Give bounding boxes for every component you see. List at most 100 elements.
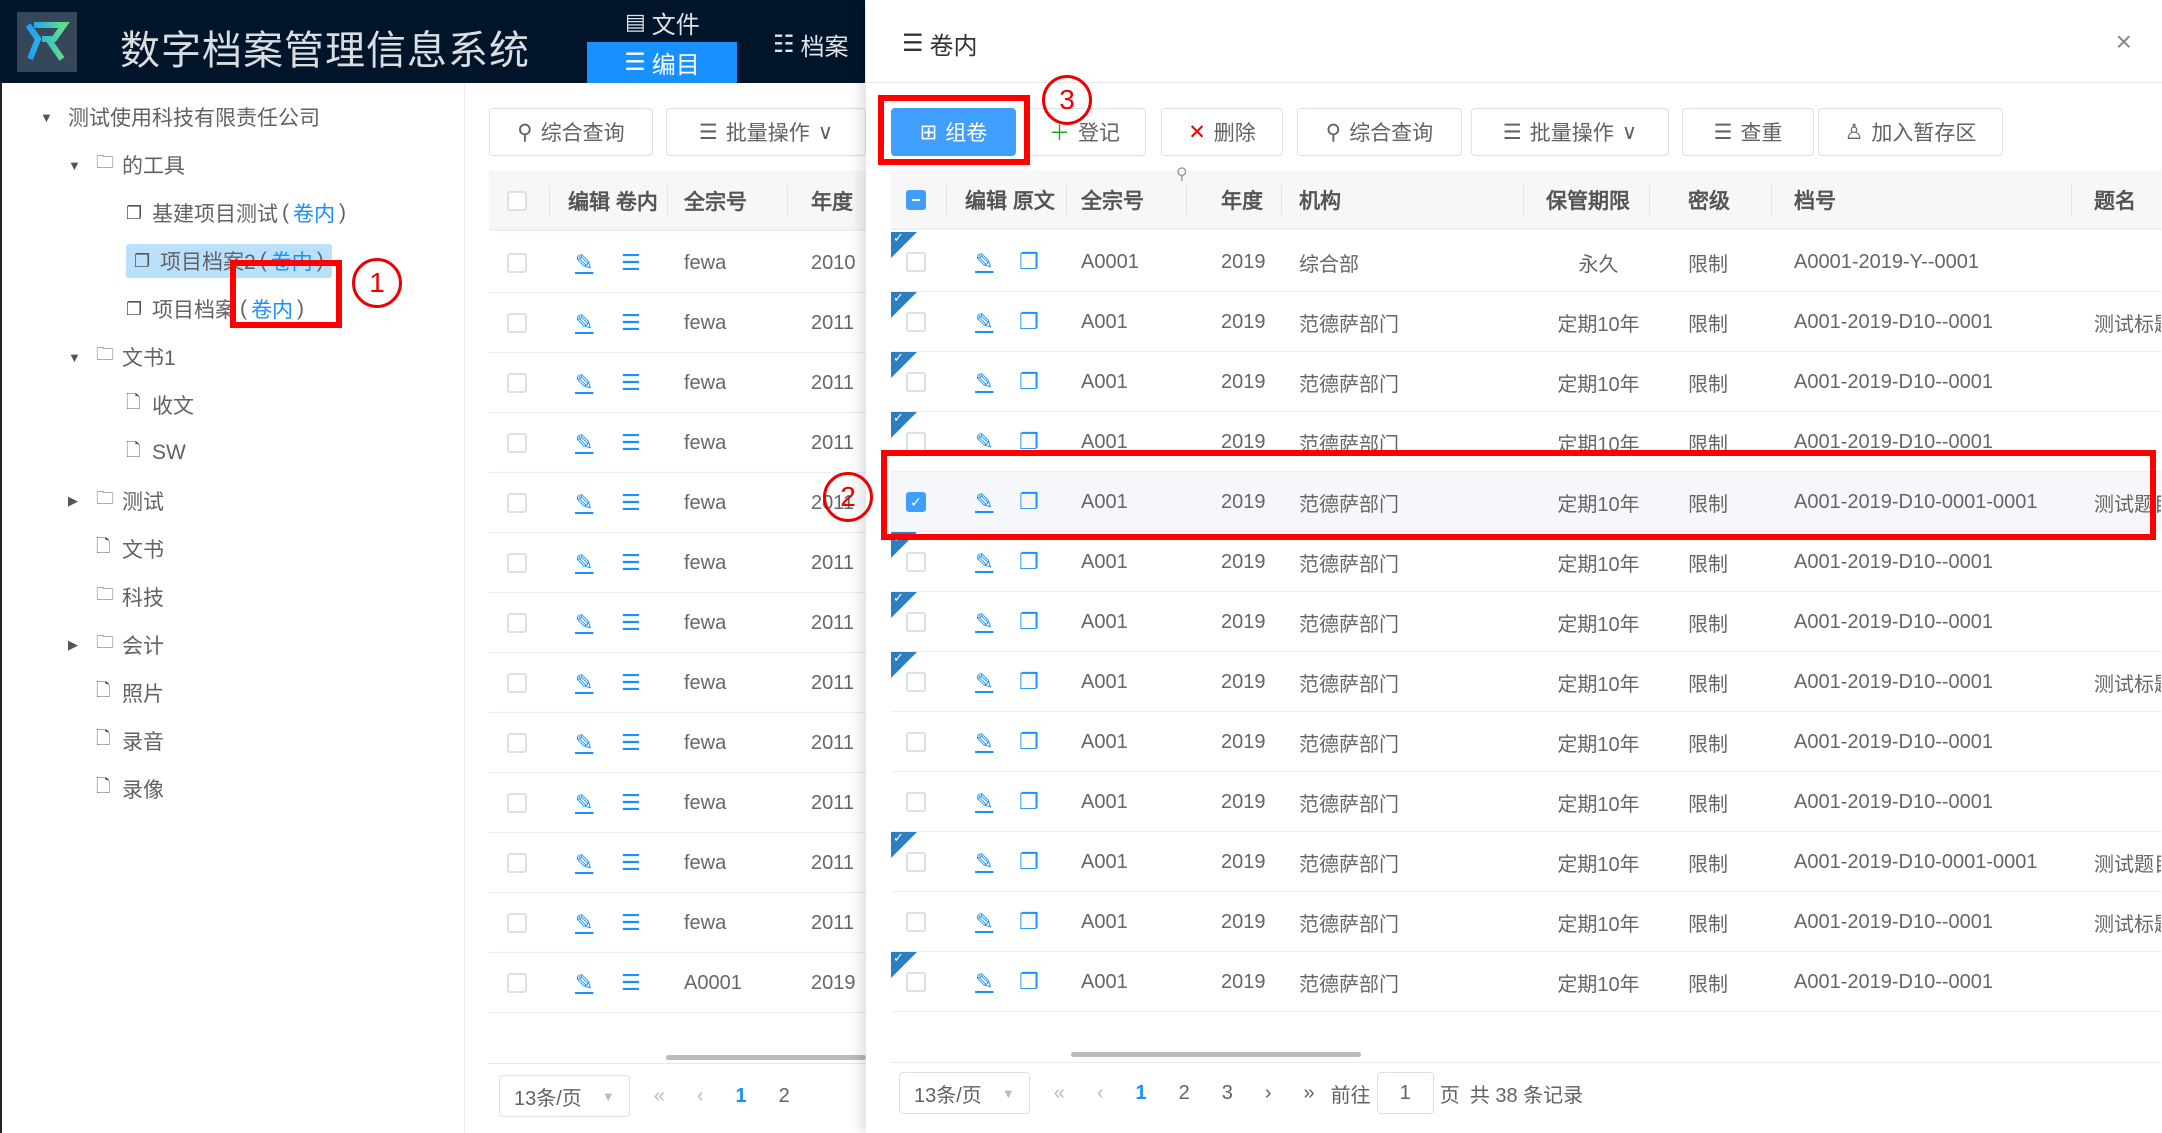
- row-checkbox[interactable]: [507, 613, 527, 633]
- row-checkbox[interactable]: [507, 373, 527, 393]
- table-row[interactable]: ✎ ☰ A0001 2019: [489, 953, 866, 1013]
- table-row[interactable]: ✎ ☰ fewa 2011: [489, 653, 866, 713]
- volume-link[interactable]: 卷内: [293, 198, 335, 228]
- row-checkbox[interactable]: [906, 312, 926, 332]
- list-icon[interactable]: ☰: [621, 473, 641, 533]
- list-icon[interactable]: ☰: [621, 413, 641, 473]
- row-checkbox[interactable]: [507, 493, 527, 513]
- row-checkbox[interactable]: [507, 913, 527, 933]
- edit-icon[interactable]: ✎: [575, 473, 593, 533]
- nav-catalog[interactable]: ☰ 编目: [587, 42, 737, 83]
- prev-page-button[interactable]: ‹: [681, 1085, 720, 1108]
- batch-dropdown[interactable]: ☰ 批量操作 ∨: [1471, 108, 1669, 156]
- add-to-staging-button[interactable]: ♙ 加入暂存区: [1818, 108, 2003, 156]
- tree-node[interactable]: 🗋 文书: [96, 529, 164, 569]
- caret-down-icon[interactable]: ▼: [68, 350, 82, 365]
- page-1[interactable]: 1: [719, 1085, 762, 1108]
- list-icon[interactable]: ☰: [621, 713, 641, 773]
- table-row[interactable]: ✎ ❐ A0001 2019 综合部 永久 限制 A0001-2019-Y--0…: [891, 230, 2161, 292]
- page-size-select[interactable]: 13条/页 ▼: [499, 1075, 630, 1117]
- edit-icon[interactable]: ✎: [575, 893, 593, 953]
- tree-node[interactable]: 🗋 录像: [96, 769, 164, 809]
- page-1[interactable]: 1: [1119, 1082, 1162, 1105]
- table-row[interactable]: ✎ ☰ fewa 2011: [489, 593, 866, 653]
- list-icon[interactable]: ☰: [621, 593, 641, 653]
- table-row[interactable]: ✎ ☰ fewa 2011: [489, 293, 866, 353]
- list-icon[interactable]: ☰: [621, 773, 641, 833]
- original-file-icon[interactable]: ❐: [1019, 232, 1039, 292]
- row-checkbox[interactable]: [507, 793, 527, 813]
- edit-icon[interactable]: ✎: [575, 353, 593, 413]
- row-checkbox[interactable]: [507, 673, 527, 693]
- row-checkbox[interactable]: [906, 672, 926, 692]
- dedupe-button[interactable]: ☰ 查重: [1682, 108, 1814, 156]
- table-row[interactable]: ✎ ☰ fewa 2010: [489, 233, 866, 293]
- edit-icon[interactable]: ✎: [975, 892, 993, 952]
- edit-icon[interactable]: ✎: [575, 533, 593, 593]
- table-row[interactable]: ✎ ☰ fewa 2011: [489, 773, 866, 833]
- next-page-button[interactable]: ›: [1249, 1082, 1288, 1105]
- original-file-icon[interactable]: ❐: [1019, 352, 1039, 412]
- nav-archive[interactable]: ☷ 档案: [773, 24, 849, 64]
- table-row[interactable]: ✎ ☰ fewa 2011: [489, 713, 866, 773]
- page-2[interactable]: 2: [763, 1085, 806, 1108]
- list-icon[interactable]: ☰: [621, 653, 641, 713]
- table-row[interactable]: ✎ ❐ A001 2019 范德萨部门 定期10年 限制 A001-2019-D…: [891, 530, 2161, 592]
- caret-right-icon[interactable]: ▶: [68, 637, 82, 653]
- last-page-button[interactable]: »: [1288, 1082, 1331, 1105]
- row-checkbox[interactable]: [507, 973, 527, 993]
- goto-page-input[interactable]: 1: [1376, 1072, 1434, 1114]
- caret-down-icon[interactable]: ▼: [68, 158, 82, 173]
- page-size-select[interactable]: 13条/页 ▼: [899, 1072, 1030, 1114]
- tree-node[interactable]: ▶ 🗀 测试: [68, 481, 164, 521]
- list-icon[interactable]: ☰: [621, 353, 641, 413]
- list-icon[interactable]: ☰: [621, 893, 641, 953]
- table-row[interactable]: ✎ ☰ fewa 2011: [489, 893, 866, 953]
- select-all-checkbox[interactable]: [906, 190, 926, 210]
- row-checkbox[interactable]: [906, 612, 926, 632]
- tree-node[interactable]: 🗋 SW: [126, 433, 186, 473]
- tree-node[interactable]: 🗋 收文: [126, 385, 194, 425]
- tree-node[interactable]: ▼ 🗀 文书1: [68, 337, 176, 377]
- batch-dropdown[interactable]: ☰ 批量操作 ∨: [666, 108, 866, 156]
- edit-icon[interactable]: ✎: [975, 592, 993, 652]
- tree-node[interactable]: ▶ 🗀 会计: [68, 625, 164, 665]
- close-icon[interactable]: ×: [2116, 26, 2132, 58]
- table-row[interactable]: ✎ ☰ fewa 2011: [489, 473, 866, 533]
- first-page-button[interactable]: «: [630, 1085, 681, 1108]
- row-checkbox[interactable]: [906, 852, 926, 872]
- table-row[interactable]: ✎ ❐ A001 2019 范德萨部门 定期10年 限制 A001-2019-D…: [891, 830, 2161, 892]
- original-file-icon[interactable]: ❐: [1019, 832, 1039, 892]
- edit-icon[interactable]: ✎: [975, 712, 993, 772]
- page-2[interactable]: 2: [1163, 1082, 1206, 1105]
- row-checkbox[interactable]: [906, 972, 926, 992]
- row-checkbox[interactable]: [507, 253, 527, 273]
- tree-node[interactable]: 🗋 照片: [96, 673, 164, 713]
- table-row[interactable]: ✎ ☰ fewa 2011: [489, 353, 866, 413]
- tree-node[interactable]: ❐ 基建项目测试(卷内): [126, 193, 346, 233]
- row-checkbox[interactable]: [906, 792, 926, 812]
- row-checkbox[interactable]: [507, 733, 527, 753]
- original-file-icon[interactable]: ❐: [1019, 772, 1039, 832]
- edit-icon[interactable]: ✎: [575, 413, 593, 473]
- table-row[interactable]: ✎ ❐ A001 2019 范德萨部门 定期10年 限制 A001-2019-D…: [891, 892, 2161, 952]
- row-checkbox[interactable]: [507, 853, 527, 873]
- original-file-icon[interactable]: ❐: [1019, 292, 1039, 352]
- table-row[interactable]: ✎ ❐ A001 2019 范德萨部门 定期10年 限制 A001-2019-D…: [891, 650, 2161, 712]
- horizontal-scrollbar[interactable]: [666, 1055, 866, 1060]
- tree-node[interactable]: 🗀 科技: [96, 577, 164, 617]
- original-file-icon[interactable]: ❐: [1019, 592, 1039, 652]
- table-row[interactable]: ✎ ☰ fewa 2011: [489, 413, 866, 473]
- list-icon[interactable]: ☰: [621, 293, 641, 353]
- tree-node[interactable]: 🗋 录音: [96, 721, 164, 761]
- edit-icon[interactable]: ✎: [575, 953, 593, 1013]
- row-checkbox[interactable]: [507, 553, 527, 573]
- caret-right-icon[interactable]: ▶: [68, 493, 82, 509]
- caret-down-icon[interactable]: ▼: [40, 110, 54, 125]
- edit-icon[interactable]: ✎: [975, 532, 993, 592]
- table-row[interactable]: ✎ ❐ A001 2019 范德萨部门 定期10年 限制 A001-2019-D…: [891, 772, 2161, 832]
- tree-node[interactable]: ▼ 🗀 的工具: [68, 145, 185, 185]
- edit-icon[interactable]: ✎: [575, 593, 593, 653]
- edit-icon[interactable]: ✎: [975, 832, 993, 892]
- table-row[interactable]: ✎ ☰ fewa 2011: [489, 833, 866, 893]
